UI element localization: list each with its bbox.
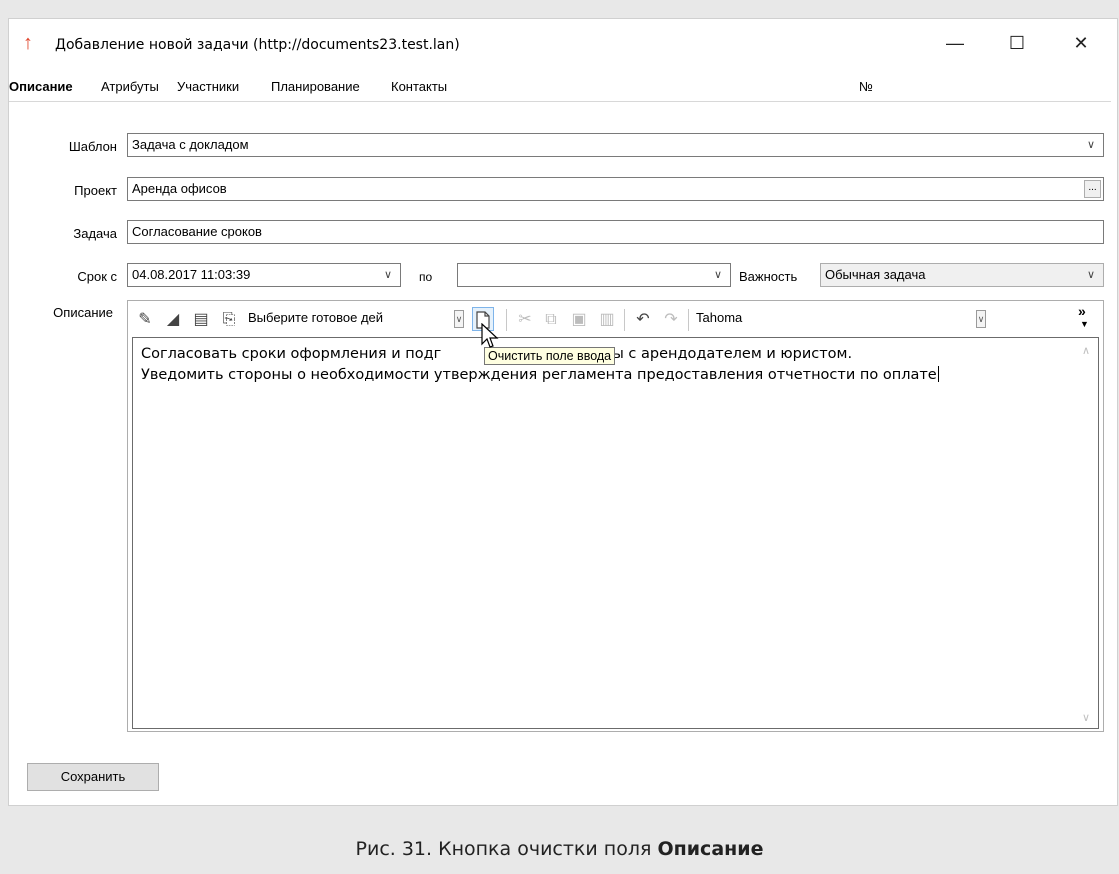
task-label: Задача	[73, 226, 117, 241]
chevron-down-icon[interactable]: ∨	[454, 310, 464, 328]
paperclip-icon[interactable]: ✎	[134, 309, 156, 331]
chevron-down-icon[interactable]: ∨	[1083, 264, 1099, 286]
date-to-label: по	[419, 270, 433, 284]
description-text-area[interactable]: Согласовать сроки оформления и подг арен…	[132, 337, 1099, 729]
importance-value: Обычная задача	[825, 267, 926, 282]
minimize-button[interactable]: —	[933, 27, 977, 59]
cut-icon[interactable]: ✂	[514, 309, 536, 331]
tab-bar: Описание Атрибуты Участники Планирование…	[9, 77, 1117, 99]
scroll-up-icon[interactable]: ∧	[1080, 344, 1092, 357]
toolbar-divider	[506, 309, 507, 331]
caret-down-icon: ▼	[1080, 319, 1089, 329]
task-value: Согласование сроков	[132, 224, 262, 239]
scroll-down-icon[interactable]: ∨	[1080, 711, 1092, 724]
eraser-icon[interactable]: ◢	[162, 309, 184, 331]
figure-caption: Рис. 31. Кнопка очистки поля Описание	[355, 838, 764, 860]
chevron-down-icon[interactable]: ∨	[976, 310, 986, 328]
template-value: Задача с докладом	[132, 137, 249, 152]
app-logo-icon: ↑	[23, 32, 33, 54]
project-browse-button[interactable]: ...	[1084, 180, 1101, 198]
description-line-2: Уведомить стороны о необходимости утверж…	[141, 366, 939, 383]
date-to-picker[interactable]: ∨	[457, 263, 731, 287]
title-bar: ↑ Добавление новой задачи (http://docume…	[9, 19, 1117, 69]
tab-contacts[interactable]: Контакты	[391, 79, 447, 94]
project-value: Аренда офисов	[132, 181, 227, 196]
task-input[interactable]: Согласование сроков	[127, 220, 1104, 244]
paste-icon[interactable]: ▣	[568, 309, 590, 331]
paste-special-icon[interactable]: ▥	[596, 309, 618, 331]
more-toolbar-button[interactable]: »	[1078, 303, 1086, 319]
importance-select[interactable]: Обычная задача ∨	[820, 263, 1104, 287]
description-editor: ✎ ◢ ▤ ⎘ Выберите готовое дей ∨ ✂ ⧉ ▣ ▥ ↶…	[127, 300, 1104, 732]
toolbar-divider	[688, 309, 689, 331]
chevron-down-icon[interactable]: ∨	[1083, 134, 1099, 156]
template-label: Шаблон	[68, 139, 117, 154]
tab-planning[interactable]: Планирование	[271, 79, 360, 94]
copy-icon[interactable]: ⧉	[540, 309, 562, 331]
text-caret	[937, 366, 939, 382]
window-title: Добавление новой задачи (http://document…	[55, 37, 460, 53]
paste-template-icon[interactable]: ▤	[190, 309, 212, 331]
undo-icon[interactable]: ↶	[632, 309, 654, 331]
project-field[interactable]: Аренда офисов ...	[127, 177, 1104, 201]
template-select[interactable]: Задача с докладом ∨	[127, 133, 1104, 157]
tab-attributes[interactable]: Атрибуты	[101, 79, 159, 94]
chevron-down-icon[interactable]: ∨	[710, 264, 726, 286]
close-button[interactable]: ✕	[1059, 27, 1103, 59]
task-form: Шаблон Задача с докладом ∨ Проект Аренда…	[9, 101, 1111, 772]
description-label: Описание	[53, 305, 113, 320]
maximize-button[interactable]: ☐	[995, 27, 1039, 59]
tab-description[interactable]: Описание	[9, 79, 73, 94]
toolbar-divider	[624, 309, 625, 331]
redo-icon[interactable]: ↷	[660, 309, 682, 331]
date-from-value: 04.08.2017 11:03:39	[132, 267, 251, 282]
clear-field-tooltip: Очистить поле ввода	[484, 347, 616, 365]
importance-label: Важность	[739, 269, 798, 284]
editor-toolbar: ✎ ◢ ▤ ⎘ Выберите готовое дей ∨ ✂ ⧉ ▣ ▥ ↶…	[128, 301, 1103, 335]
tab-participants[interactable]: Участники	[177, 79, 239, 94]
find-replace-icon[interactable]: ⎘	[218, 309, 240, 331]
project-label: Проект	[74, 183, 117, 198]
date-from-picker[interactable]: 04.08.2017 11:03:39 ∨	[127, 263, 401, 287]
chevron-down-icon[interactable]: ∨	[380, 264, 396, 286]
mouse-cursor-icon	[481, 323, 499, 348]
date-from-label: Срок с	[77, 269, 117, 284]
ready-action-select[interactable]: Выберите готовое дей	[248, 310, 383, 325]
task-number-label: №	[859, 79, 873, 94]
save-button[interactable]: Сохранить	[27, 763, 159, 791]
task-dialog-window: ↑ Добавление новой задачи (http://docume…	[8, 18, 1118, 806]
font-select[interactable]: Tahoma	[696, 310, 742, 325]
